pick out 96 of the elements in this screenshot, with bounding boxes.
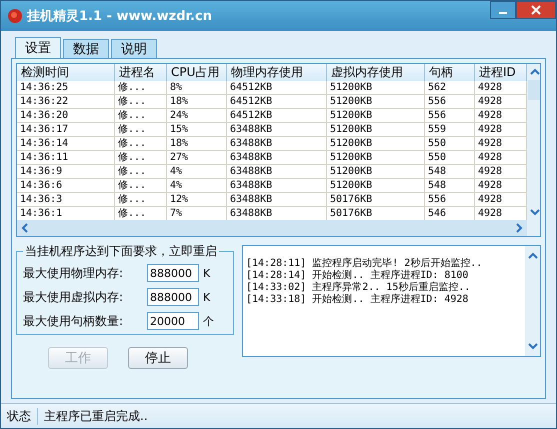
close-icon: [531, 5, 541, 15]
table-cell: 18%: [167, 95, 227, 108]
column-header[interactable]: 虚拟内存使用: [327, 64, 425, 81]
table-cell: 14:36:11: [17, 151, 115, 164]
table-cell: 51200KB: [327, 123, 425, 136]
table-cell: 27%: [167, 151, 227, 164]
table-cell: 50176KB: [327, 193, 425, 206]
table-cell: 63488KB: [227, 193, 327, 206]
log-line: [14:33:18] 开始检测.. 主程序进程ID: 4928: [246, 294, 470, 306]
input-field[interactable]: 888000: [147, 288, 199, 306]
table-cell: 63488KB: [227, 137, 327, 150]
status-label: 状态: [1, 408, 38, 424]
table-cell: 556: [425, 109, 475, 122]
table-cell: 51200KB: [327, 151, 425, 164]
table-cell: 548: [425, 179, 475, 192]
table-cell: 51200KB: [327, 109, 425, 122]
scroll-down-icon[interactable]: [530, 208, 540, 216]
unit-label: K: [203, 290, 210, 304]
table-cell: 14:36:22: [17, 95, 115, 108]
app-logo-icon: [7, 8, 23, 24]
table-cell: 556: [425, 95, 475, 108]
scroll-left-icon[interactable]: [21, 223, 29, 233]
scroll-right-icon[interactable]: [515, 223, 523, 233]
window-title: 挂机精灵1.1 - www.wzdr.cn: [27, 8, 212, 25]
table-cell: 51200KB: [327, 137, 425, 150]
table-cell: 24%: [167, 109, 227, 122]
table-cell: 559: [425, 123, 475, 136]
minimize-icon: [499, 12, 507, 14]
unit-label: K: [203, 266, 210, 280]
table-cell: 51200KB: [327, 165, 425, 178]
table-cell: 14:36:25: [17, 81, 115, 94]
scroll-down-icon[interactable]: [528, 342, 538, 350]
table-cell: 63488KB: [227, 165, 327, 178]
table-cell: 14:36:20: [17, 109, 115, 122]
table-cell: 556: [425, 193, 475, 206]
unit-label: 个: [203, 314, 214, 328]
scroll-up-icon[interactable]: [530, 68, 540, 76]
log-line: [14:28:14] 开始检测.. 主程序进程ID: 8100: [246, 270, 470, 282]
tab[interactable]: 说明: [111, 39, 157, 58]
group-title: 当挂机程序达到下面要求，立即重启: [23, 244, 219, 258]
table-cell: 修...: [115, 179, 167, 192]
table-cell: 修...: [115, 165, 167, 178]
vertical-scrollbar[interactable]: [525, 246, 540, 356]
log-line: [14:28:11] 监控程序启动完毕! 2秒后开始监控..: [246, 258, 484, 270]
table-cell: 550: [425, 151, 475, 164]
log-line: [14:33:02] 主程序异常2.. 15秒后重启监控..: [246, 282, 472, 294]
column-header[interactable]: 检测时间: [17, 64, 115, 81]
table-cell: 14:36:14: [17, 137, 115, 150]
table-cell: 14:36:6: [17, 179, 115, 192]
scroll-thumb[interactable]: [528, 80, 540, 100]
table-cell: 修...: [115, 193, 167, 206]
table-cell: 63488KB: [227, 179, 327, 192]
table-cell: 562: [425, 81, 475, 94]
status-message: 主程序已重启完成..: [43, 408, 148, 424]
input-field[interactable]: 888000: [147, 264, 199, 282]
table-cell: 8%: [167, 81, 227, 94]
tab[interactable]: 数据: [63, 39, 109, 58]
table-cell: 修...: [115, 137, 167, 150]
table-cell: 14:36:3: [17, 193, 115, 206]
vertical-scrollbar[interactable]: [527, 64, 540, 236]
table-cell: 修...: [115, 81, 167, 94]
table-cell: 64512KB: [227, 81, 327, 94]
close-button[interactable]: [516, 1, 556, 19]
table-cell: 修...: [115, 109, 167, 122]
horizontal-scrollbar[interactable]: [17, 220, 527, 236]
table-cell: 15%: [167, 123, 227, 136]
table-cell: 64512KB: [227, 95, 327, 108]
table-cell: 修...: [115, 123, 167, 136]
scroll-up-icon[interactable]: [528, 252, 538, 260]
table-cell: 51200KB: [327, 81, 425, 94]
table-cell: 修...: [115, 151, 167, 164]
table-cell: 4%: [167, 179, 227, 192]
input-field[interactable]: 20000: [147, 312, 199, 330]
table-cell: 14:36:9: [17, 165, 115, 178]
table-cell: 550: [425, 137, 475, 150]
table-cell: 12%: [167, 193, 227, 206]
column-header[interactable]: 物理内存使用: [227, 64, 327, 81]
table-cell: 51200KB: [327, 95, 425, 108]
table-cell: 4%: [167, 165, 227, 178]
table-cell: 18%: [167, 137, 227, 150]
table-cell: 548: [425, 165, 475, 178]
field-label: 最大使用虚拟内存:: [23, 288, 124, 306]
column-header[interactable]: 句柄: [425, 64, 475, 81]
field-label: 最大使用句柄数量:: [23, 312, 124, 330]
table-cell: 14:36:17: [17, 123, 115, 136]
table-cell: 修...: [115, 95, 167, 108]
table-cell: 64512KB: [227, 109, 327, 122]
minimize-button[interactable]: [490, 1, 516, 19]
field-label: 最大使用物理内存:: [23, 264, 124, 282]
table-cell: 63488KB: [227, 123, 327, 136]
table-cell: 63488KB: [227, 151, 327, 164]
tab[interactable]: 设置: [15, 37, 61, 58]
column-header[interactable]: 进程名: [115, 64, 167, 81]
action-button[interactable]: 停止: [128, 347, 188, 369]
table-cell: 51200KB: [327, 179, 425, 192]
column-header[interactable]: CPU占用: [167, 64, 227, 81]
